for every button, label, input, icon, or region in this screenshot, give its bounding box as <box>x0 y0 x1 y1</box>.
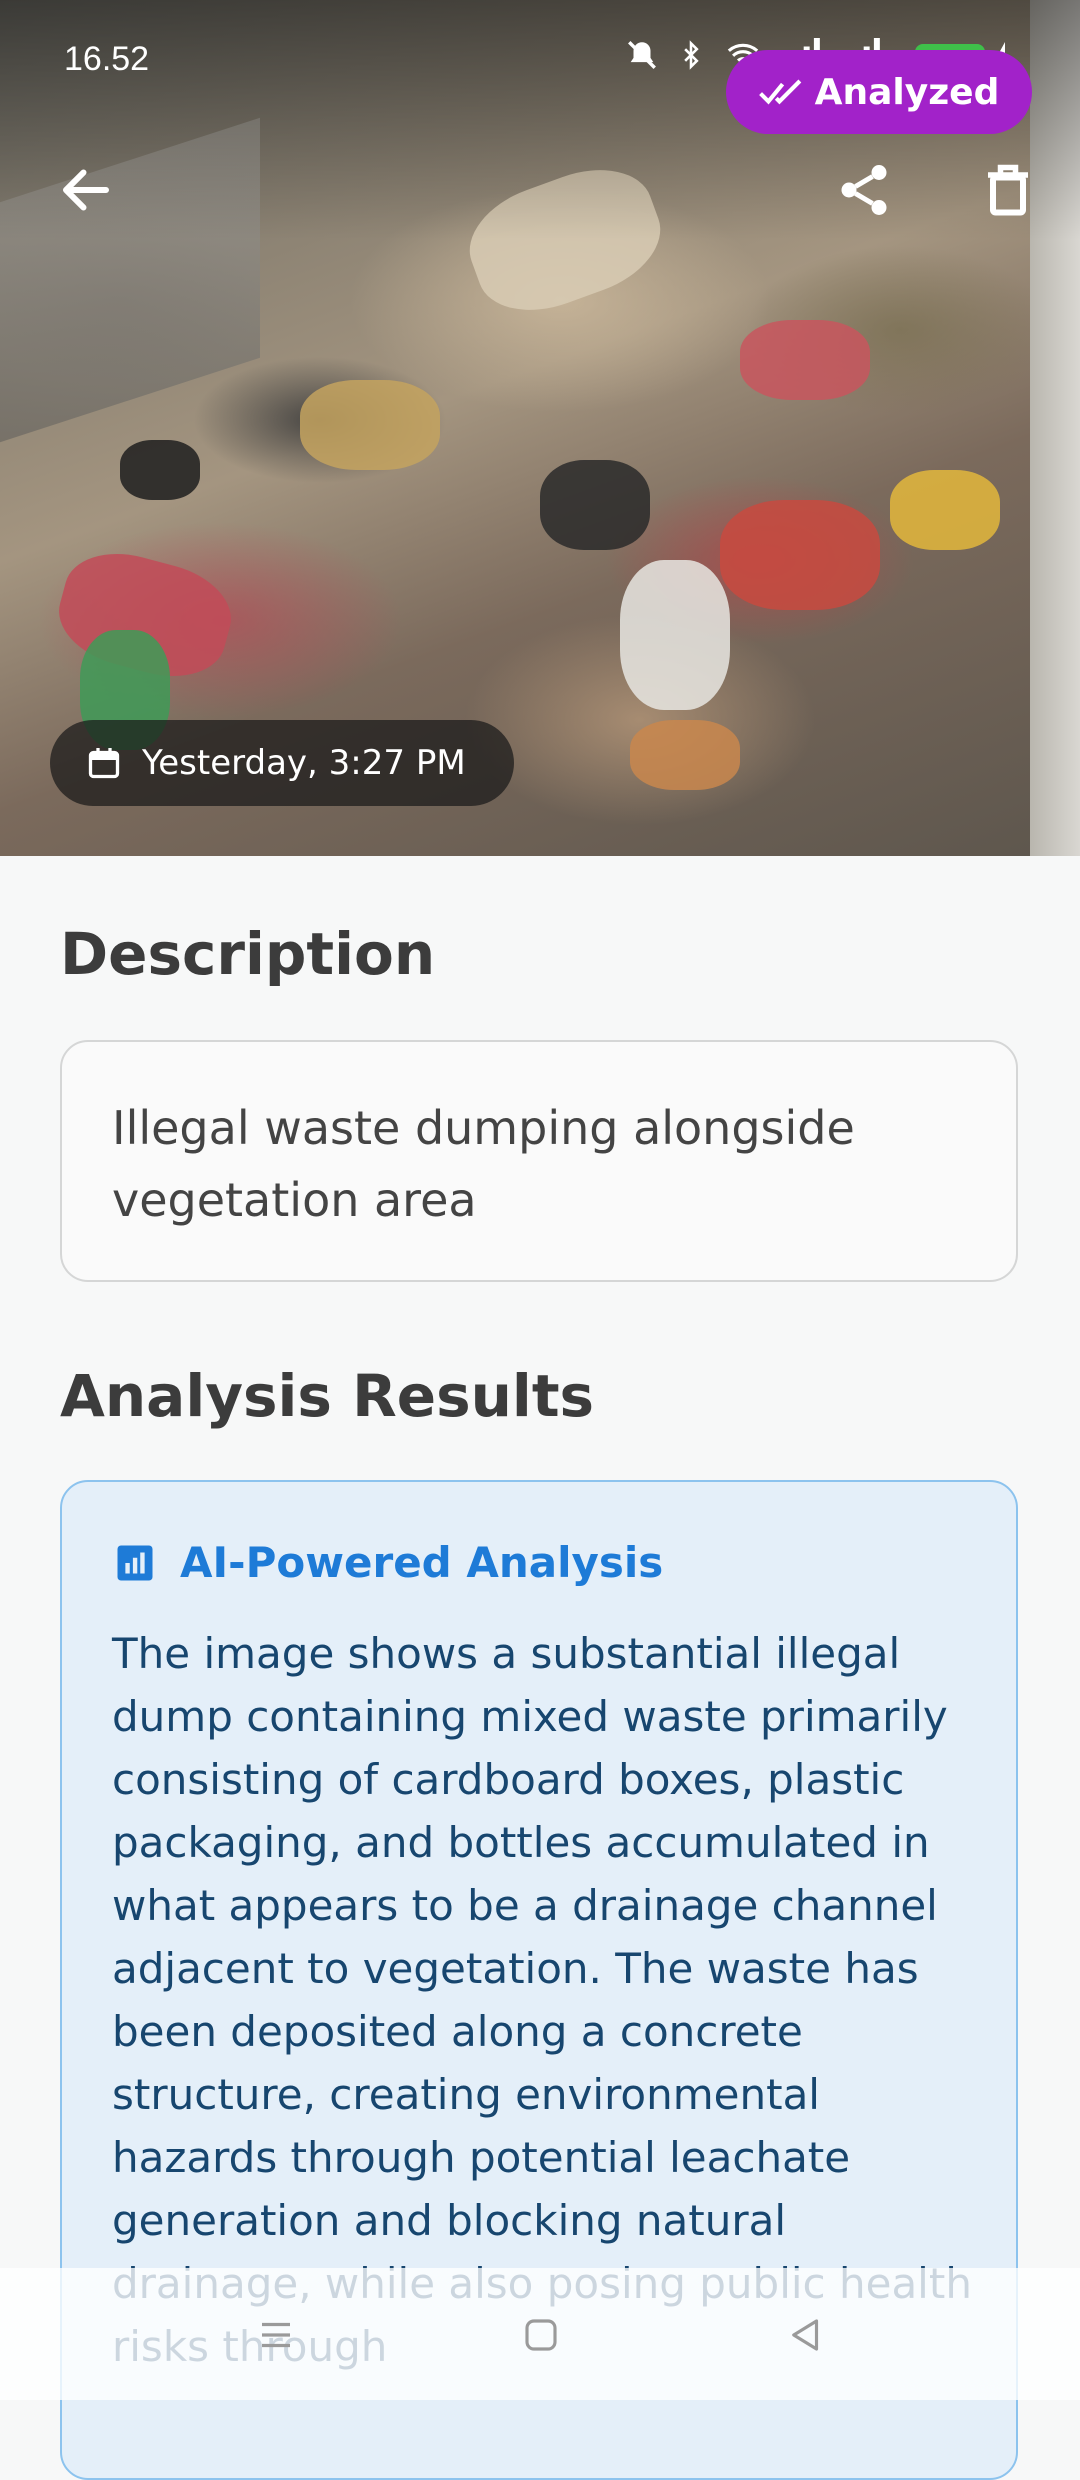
photo-black-bag <box>120 440 200 500</box>
analytics-icon <box>117 1545 153 1580</box>
back-arrow-icon[interactable] <box>56 160 116 220</box>
back-icon[interactable] <box>785 2314 827 2356</box>
calendar-icon <box>88 748 120 779</box>
ai-analysis-text: The image shows a substantial illegal du… <box>112 1629 972 2371</box>
photo-pink-box <box>740 320 870 400</box>
photo-yellow-packet <box>890 470 1000 550</box>
status-time: 16.52 <box>64 40 150 78</box>
system-nav-bar <box>0 2268 1080 2400</box>
trash-icon[interactable] <box>978 160 1038 220</box>
mute-icon <box>628 41 656 69</box>
bluetooth-icon <box>684 40 699 70</box>
ai-card-title: AI-Powered Analysis <box>180 1538 664 1587</box>
photo-clay-pot <box>630 720 740 790</box>
double-check-icon <box>758 79 801 105</box>
analysis-heading: Analysis Results <box>60 1362 595 1430</box>
photo-debris <box>300 380 440 470</box>
description-text: Illegal waste dumping alongside vegetati… <box>112 1101 855 1227</box>
photo-black-bag <box>540 460 650 550</box>
timestamp-chip: Yesterday, 3:27 PM <box>50 720 514 806</box>
menu-icon[interactable] <box>255 2314 297 2356</box>
ai-card-header: AI-Powered Analysis <box>114 1538 663 1587</box>
description-box: Illegal waste dumping alongside vegetati… <box>60 1040 1018 1282</box>
badge-label: Analyzed <box>814 71 1000 113</box>
share-icon[interactable] <box>834 160 894 220</box>
photo-chip-packets <box>720 500 880 610</box>
home-icon[interactable] <box>520 2314 562 2356</box>
analyzed-badge: Analyzed <box>726 50 1032 134</box>
photo-white-bag <box>620 560 730 710</box>
timestamp-text: Yesterday, 3:27 PM <box>142 743 466 783</box>
description-heading: Description <box>60 920 436 988</box>
